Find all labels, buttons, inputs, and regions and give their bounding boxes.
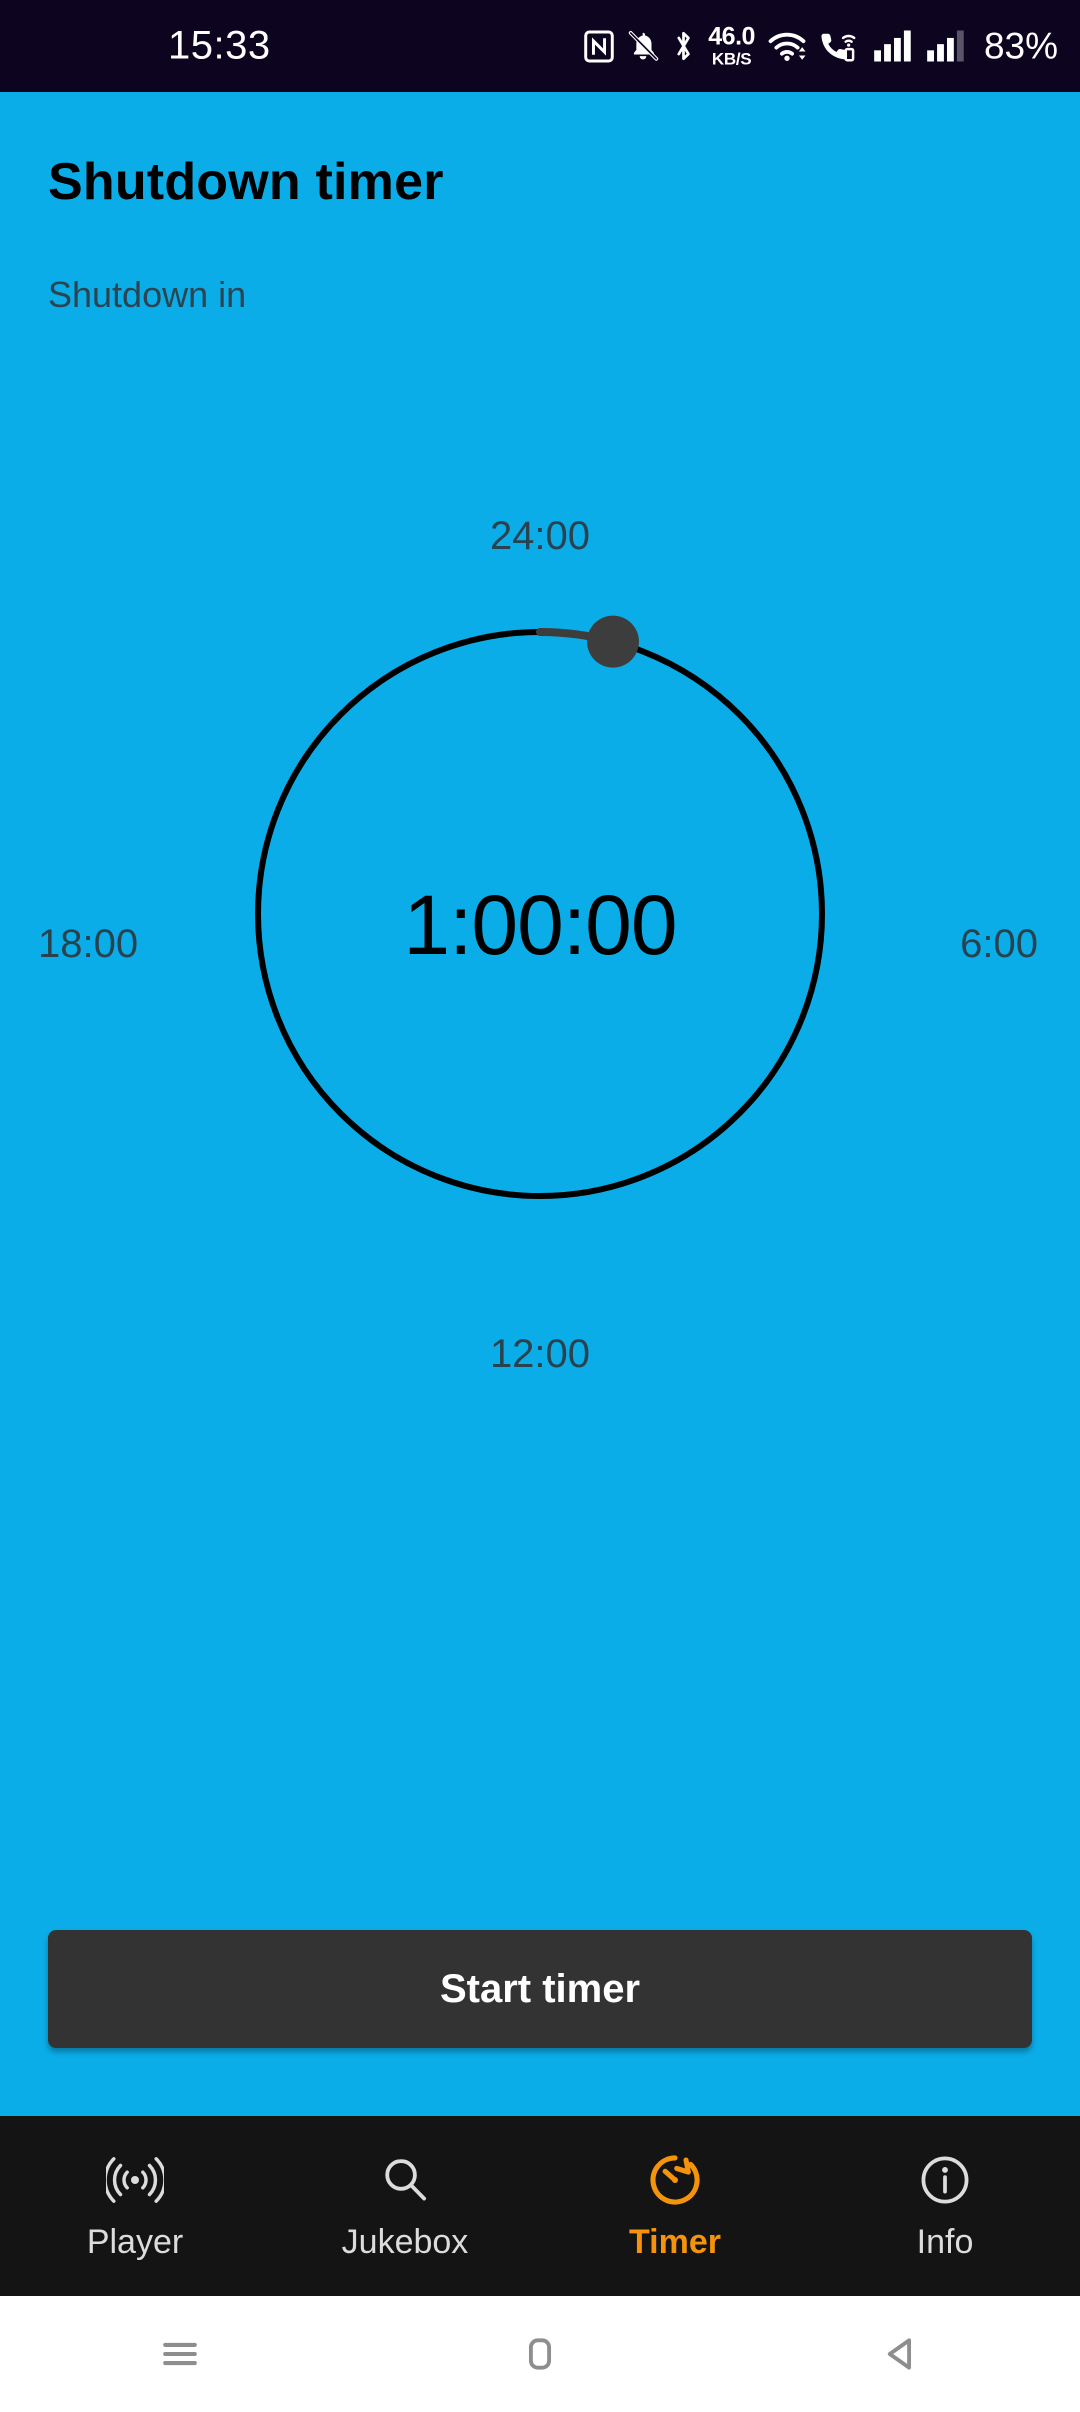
wifi-icon: [768, 30, 806, 62]
start-timer-button[interactable]: Start timer: [48, 1930, 1032, 2048]
network-speed-value: 46.0: [708, 22, 755, 51]
tab-label-player: Player: [86, 2222, 184, 2261]
tab-label-info: Info: [916, 2222, 974, 2261]
nfc-icon: [584, 30, 615, 62]
tab-jukebox[interactable]: Jukebox: [270, 2116, 540, 2296]
search-icon: [378, 2151, 432, 2209]
timer-icon: [646, 2151, 704, 2209]
home-icon: [528, 2338, 552, 2370]
timer-dial[interactable]: 24:00 6:00 12:00 18:00 1:00:00: [0, 422, 1080, 1376]
page-title: Shutdown timer: [48, 153, 444, 211]
signal-bars-sim1-icon: [874, 30, 914, 62]
bottom-tab-bar: Player Jukebox Timer Info: [0, 2116, 1080, 2296]
tab-info[interactable]: Info: [810, 2116, 1080, 2296]
status-bar-clock: 15:33: [168, 23, 271, 68]
recents-icon: [163, 2342, 197, 2366]
back-icon: [887, 2338, 912, 2370]
phone-screen: 15:33 46.0 KB/S 83% Shutdown timer Shutd…: [0, 0, 1080, 2412]
back-button[interactable]: [720, 2296, 1080, 2412]
battery-percent: 83%: [983, 25, 1058, 66]
timer-value: 1:00:00: [403, 878, 677, 972]
home-button[interactable]: [360, 2296, 720, 2412]
broadcast-waves-icon: [106, 2151, 164, 2209]
recents-button[interactable]: [0, 2296, 360, 2412]
tab-label-jukebox: Jukebox: [341, 2222, 469, 2261]
system-navigation-bar: [0, 2296, 1080, 2412]
signal-bars-sim2-icon: [927, 30, 967, 62]
bluetooth-icon: [672, 30, 695, 63]
shutdown-in-label: Shutdown in: [48, 274, 247, 315]
dial-label-12: 12:00: [489, 1332, 591, 1376]
tab-timer[interactable]: Timer: [540, 2116, 810, 2296]
tab-player[interactable]: Player: [0, 2116, 270, 2296]
app-content: Shutdown timer Shutdown in 24:00 6:00 12…: [0, 92, 1080, 2116]
status-bar: 15:33 46.0 KB/S 83%: [0, 0, 1080, 92]
vowifi-call-icon: [819, 29, 861, 63]
bell-muted-icon: [627, 30, 659, 63]
network-speed-unit: KB/S: [711, 49, 752, 69]
info-circle-icon: [917, 2151, 973, 2209]
network-speed-indicator: 46.0 KB/S: [708, 22, 755, 69]
dial-handle[interactable]: [586, 615, 639, 668]
status-bar-icons: 46.0 KB/S 83%: [584, 22, 1058, 69]
tab-label-timer: Timer: [629, 2222, 721, 2261]
dial-label-24: 24:00: [489, 514, 591, 558]
